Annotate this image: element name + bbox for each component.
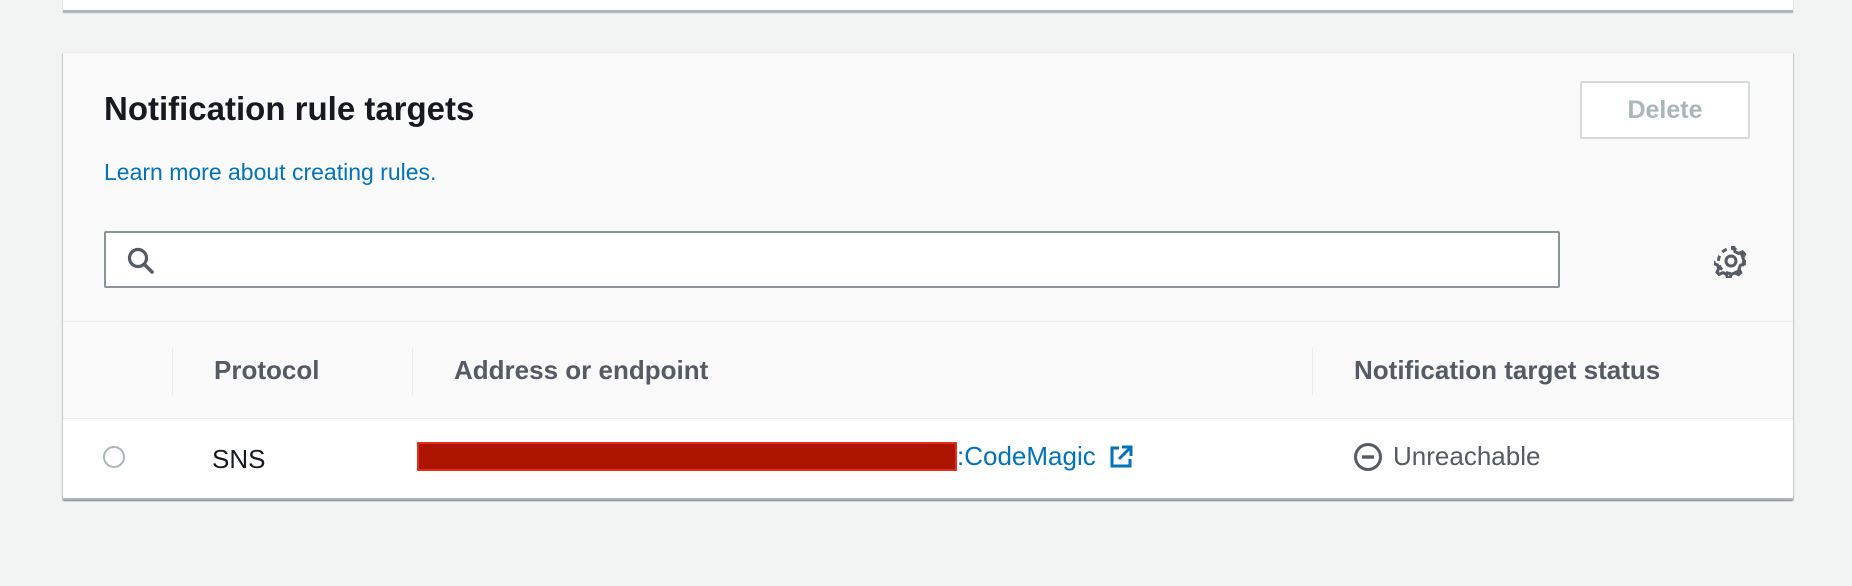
row-select-radio[interactable] — [103, 446, 125, 468]
search-icon — [127, 247, 154, 274]
column-separator — [172, 347, 173, 395]
table-header: Protocol Address or endpoint Notificatio… — [63, 321, 1793, 419]
column-separator — [1312, 347, 1313, 395]
delete-button[interactable]: Delete — [1580, 81, 1750, 139]
search-input[interactable] — [166, 235, 1550, 286]
gear-icon[interactable] — [1714, 244, 1748, 278]
previous-panel — [63, 0, 1793, 12]
notification-targets-panel: Notification rule targets Learn more abo… — [63, 52, 1793, 500]
search-field[interactable] — [104, 231, 1560, 288]
minus-circle-icon — [1354, 442, 1382, 471]
endpoint-link-text: :CodeMagic — [957, 441, 1096, 471]
panel-title: Notification rule targets — [104, 90, 475, 127]
redacted-endpoint — [417, 442, 957, 471]
column-header-address[interactable]: Address or endpoint — [454, 355, 708, 386]
column-separator — [412, 347, 413, 395]
status-text: Unreachable — [1393, 441, 1541, 471]
panel-header: Notification rule targets Learn more abo… — [63, 53, 1793, 321]
endpoint-link[interactable]: :CodeMagic — [957, 441, 1134, 472]
protocol-cell: SNS — [212, 444, 266, 474]
table-row[interactable]: SNS :CodeMagic Unreachable — [63, 419, 1793, 500]
column-header-status[interactable]: Notification target status — [1354, 355, 1660, 386]
external-link-icon — [1110, 445, 1133, 467]
learn-more-link[interactable]: Learn more about creating rules. — [104, 159, 436, 186]
column-header-protocol[interactable]: Protocol — [214, 355, 319, 386]
status-cell: Unreachable — [1353, 441, 1540, 472]
